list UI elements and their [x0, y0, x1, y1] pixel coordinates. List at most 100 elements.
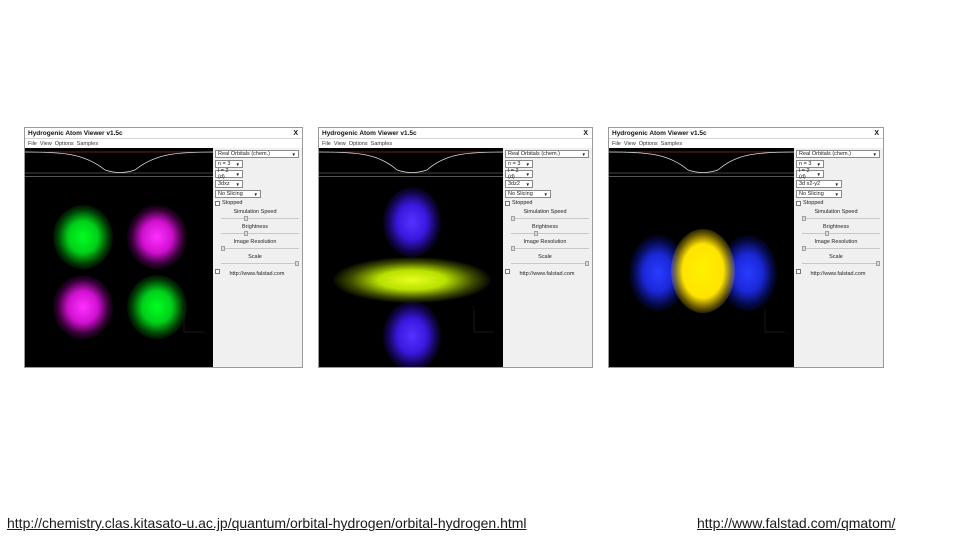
image-resolution-label: Image Resolution — [523, 239, 567, 245]
menu-view[interactable]: View — [40, 141, 52, 147]
slider-thumb[interactable] — [585, 261, 590, 266]
close-icon[interactable]: X — [874, 130, 879, 137]
stopped-checkbox[interactable] — [215, 200, 220, 206]
menu-options[interactable]: Options — [55, 141, 74, 147]
slider-thumb[interactable] — [511, 216, 515, 221]
slider-thumb[interactable] — [534, 231, 539, 236]
orbital-type-select[interactable]: Real Orbitals (chem.) ▼ — [215, 150, 299, 158]
menu-samples[interactable]: Samples — [661, 141, 682, 147]
url-checkbox[interactable] — [796, 269, 801, 274]
radial-plot — [319, 148, 505, 177]
orbital-lobe-top — [383, 187, 441, 257]
menu-options[interactable]: Options — [349, 141, 368, 147]
image-resolution-slider[interactable] — [802, 246, 880, 251]
orbital-type-select[interactable]: Real Orbitals (chem.) ▼ — [505, 150, 589, 158]
scale-slider[interactable] — [511, 261, 590, 266]
radial-plot-curve — [609, 151, 796, 174]
close-icon[interactable]: X — [583, 130, 588, 137]
falstad-qmatom-link[interactable]: http://www.falstad.com/qmatom/ — [697, 515, 895, 531]
control-panel: Real Orbitals (chem.) ▼ n = 3 ▼ l = 2 (d) ▼… — [794, 148, 883, 367]
kitasato-orbital-link[interactable]: http://chemistry.clas.kitasato-u.ac.jp/q… — [7, 515, 527, 531]
scale-slider[interactable] — [802, 261, 881, 266]
radial-plot — [609, 148, 796, 177]
radial-plot — [25, 148, 215, 177]
falstad-link[interactable]: http://www.falstad.com — [215, 269, 299, 277]
atom-viewer-window-2: Hydrogenic Atom Viewer v1.5c X File View… — [318, 127, 593, 368]
menu-options[interactable]: Options — [639, 141, 658, 147]
stopped-checkbox-row: Stopped — [505, 200, 590, 206]
menu-bar: File View Options Samples — [609, 139, 883, 148]
orbital-ring — [333, 257, 491, 303]
falstad-link[interactable]: http://www.falstad.com — [505, 269, 589, 277]
url-checkbox[interactable] — [215, 269, 220, 274]
slider-thumb[interactable] — [511, 246, 515, 251]
image-resolution-slider[interactable] — [221, 246, 299, 251]
slider-thumb[interactable] — [221, 246, 225, 251]
chevron-down-icon: ▼ — [581, 151, 586, 157]
menu-samples[interactable]: Samples — [77, 141, 98, 147]
slider-thumb[interactable] — [295, 261, 300, 266]
radial-plot-curve — [25, 151, 215, 174]
slicing-select[interactable]: No Slicing ▼ — [215, 190, 261, 198]
window-title: Hydrogenic Atom Viewer v1.5c — [28, 129, 123, 137]
url-row: http://www.falstad.com — [505, 269, 590, 277]
url-checkbox[interactable] — [505, 269, 510, 274]
brightness-slider[interactable] — [802, 231, 880, 236]
axis-z-label: z — [182, 305, 185, 311]
image-resolution-slider[interactable] — [511, 246, 589, 251]
slicing-select[interactable]: No Slicing ▼ — [505, 190, 551, 198]
simulation-speed-slider[interactable] — [511, 216, 589, 221]
axis-x-label: x — [786, 331, 789, 337]
simulation-speed-slider[interactable] — [221, 216, 299, 221]
slider-thumb[interactable] — [876, 261, 881, 266]
l-select[interactable]: l = 2 (d) ▼ — [215, 168, 243, 180]
l-select[interactable]: l = 2 (d) ▼ — [796, 168, 824, 180]
chevron-down-icon: ▼ — [235, 181, 240, 187]
simulation-speed-slider[interactable] — [802, 216, 880, 221]
menu-file[interactable]: File — [612, 141, 621, 147]
slicing-select[interactable]: No Slicing ▼ — [796, 190, 842, 198]
orbital-select[interactable]: 3dz2 ▼ — [505, 180, 533, 188]
stopped-checkbox[interactable] — [796, 200, 801, 206]
chevron-down-icon: ▼ — [291, 151, 296, 157]
n-select[interactable]: n = 3 ▼ — [796, 160, 824, 168]
slider-thumb[interactable] — [244, 231, 249, 236]
stopped-label: Stopped — [803, 200, 824, 206]
slider-thumb[interactable] — [244, 216, 249, 221]
axis-z-label: z — [472, 305, 475, 311]
n-select[interactable]: n = 3 ▼ — [215, 160, 243, 168]
chevron-down-icon: ▼ — [525, 181, 530, 187]
brightness-label: Brightness — [823, 224, 849, 230]
brightness-slider[interactable] — [221, 231, 299, 236]
chevron-down-icon: ▼ — [543, 191, 548, 197]
simulation-speed-label: Simulation Speed — [814, 209, 858, 215]
orbital-select[interactable]: 3dxz ▼ — [215, 180, 243, 188]
close-icon[interactable]: X — [293, 130, 298, 137]
stopped-checkbox[interactable] — [505, 200, 510, 206]
slider-thumb[interactable] — [802, 246, 806, 251]
slider-thumb[interactable] — [802, 216, 806, 221]
scale-slider[interactable] — [221, 261, 300, 266]
chevron-down-icon: ▼ — [525, 171, 530, 177]
axis-indicator: z x — [472, 305, 498, 337]
menu-file[interactable]: File — [28, 141, 37, 147]
orbital-type-select[interactable]: Real Orbitals (chem.) ▼ — [796, 150, 880, 158]
slider-thumb[interactable] — [825, 231, 830, 236]
menu-view[interactable]: View — [334, 141, 346, 147]
stopped-label: Stopped — [512, 200, 533, 206]
orbital-lobe-top-right — [127, 205, 187, 269]
chevron-down-icon: ▼ — [872, 151, 877, 157]
menu-view[interactable]: View — [624, 141, 636, 147]
l-select[interactable]: l = 2 (d) ▼ — [505, 168, 533, 180]
n-select[interactable]: n = 3 ▼ — [505, 160, 533, 168]
chevron-down-icon: ▼ — [834, 181, 839, 187]
falstad-link[interactable]: http://www.falstad.com — [796, 269, 880, 277]
orbital-select[interactable]: 3d x2-y2 ▼ — [796, 180, 842, 188]
menu-file[interactable]: File — [322, 141, 331, 147]
atom-viewer-window-1: Hydrogenic Atom Viewer v1.5c X File View… — [24, 127, 303, 368]
brightness-slider[interactable] — [511, 231, 589, 236]
menu-samples[interactable]: Samples — [371, 141, 392, 147]
orbital-lobe-top-left — [53, 205, 113, 269]
axis-x-label: x — [495, 331, 498, 337]
orbital-lobe-center — [671, 229, 735, 313]
